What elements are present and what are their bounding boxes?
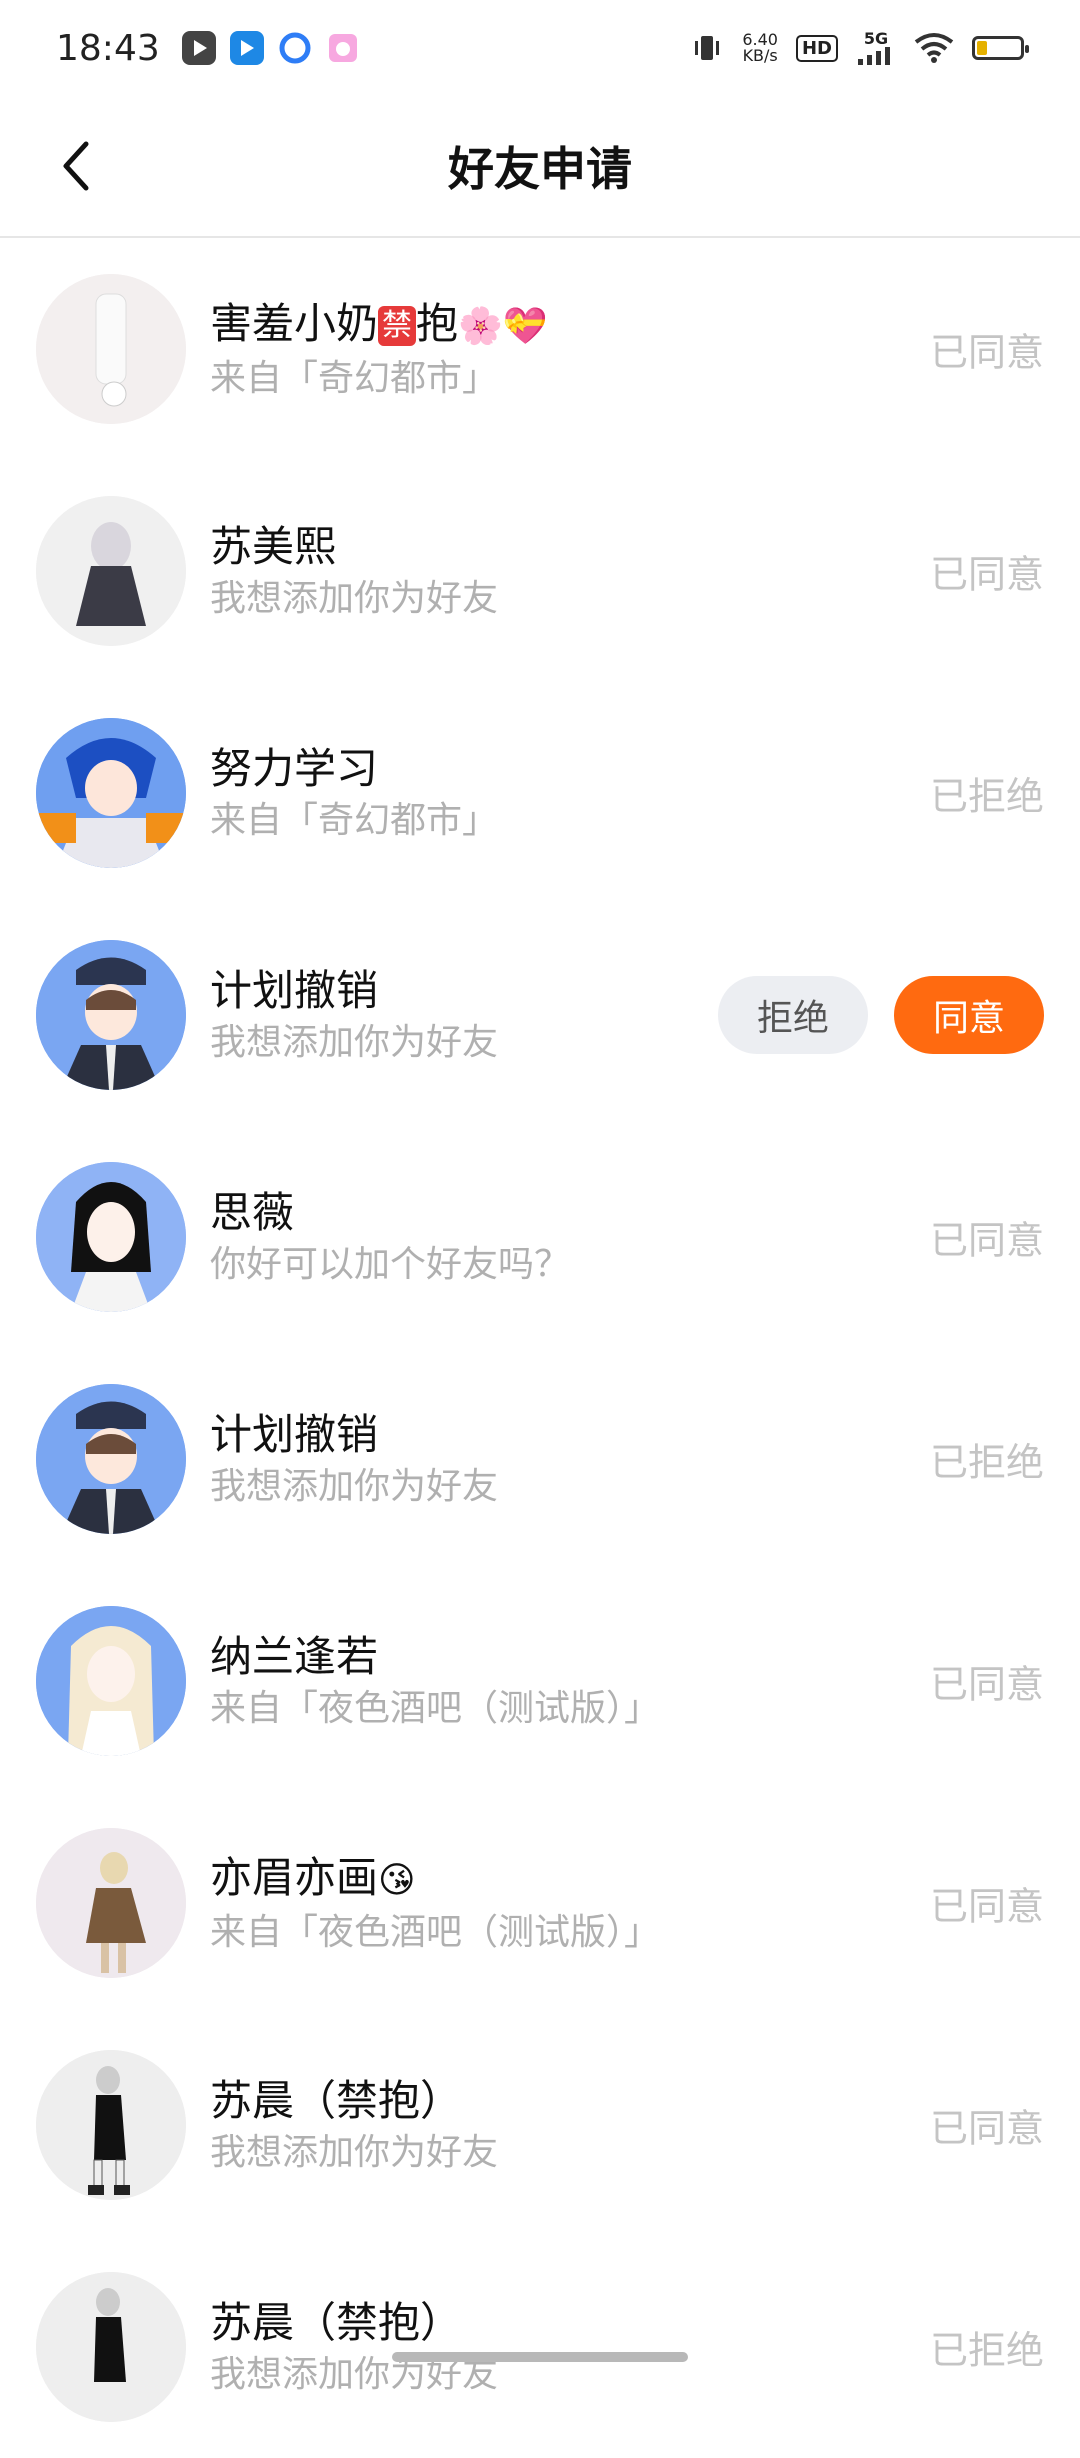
name-emoji: 🌸💝: [458, 305, 548, 347]
cellular-signal: 5G: [856, 31, 896, 65]
network-type: 5G: [863, 29, 889, 48]
net-speed-unit: KB/s: [742, 46, 778, 65]
friend-request-row[interactable]: 亦眉亦画😘 来自「夜色酒吧（测试版）」 已同意: [0, 1792, 1080, 2014]
browser-icon: [278, 31, 312, 65]
request-status: 已同意: [929, 2106, 1044, 2151]
request-status: 已同意: [929, 330, 1044, 375]
reject-button[interactable]: 拒绝: [718, 976, 868, 1054]
chevron-left-icon: [63, 141, 89, 191]
friend-request-row[interactable]: 计划撤销 我想添加你为好友 已拒绝: [0, 1348, 1080, 1570]
friend-request-row[interactable]: 苏晨（禁抱） 我想添加你为好友 已拒绝: [0, 2236, 1080, 2458]
friend-request-row[interactable]: 害羞小奶 禁抱🌸💝 来自「奇幻都市」 已同意: [0, 238, 1080, 460]
friend-request-row[interactable]: 苏晨（禁抱） 我想添加你为好友 已同意: [0, 2014, 1080, 2236]
request-status: 已拒绝: [929, 1440, 1044, 1485]
friend-request-row[interactable]: 努力学习 来自「奇幻都市」 已拒绝: [0, 682, 1080, 904]
avatar[interactable]: [36, 2050, 186, 2200]
header: 好友申请: [0, 96, 1080, 238]
vibrate-icon: [695, 36, 720, 60]
request-status: 已拒绝: [929, 774, 1044, 819]
wifi-icon: [914, 33, 954, 63]
ban-badge: 禁: [378, 306, 417, 346]
request-status: 已同意: [929, 1662, 1044, 1707]
friend-request-row[interactable]: 苏美熙 我想添加你为好友 已同意: [0, 460, 1080, 682]
name-emoji: 😘: [378, 1859, 416, 1901]
page-title: 好友申请: [448, 142, 632, 196]
avatar[interactable]: [36, 274, 186, 424]
net-speed: 6.40 KB/s: [742, 32, 778, 64]
avatar[interactable]: [36, 1162, 186, 1312]
name-text: 亦眉亦画: [210, 1852, 379, 1902]
battery-icon: [972, 36, 1029, 60]
avatar[interactable]: [36, 2272, 186, 2422]
avatar[interactable]: [36, 1828, 186, 1978]
status-left: 18:43: [56, 28, 360, 69]
back-button[interactable]: [46, 136, 106, 196]
friend-request-list[interactable]: 害羞小奶 禁抱🌸💝 来自「奇幻都市」 已同意 苏美熙 我想添加你为好友 已同意 努…: [0, 238, 1080, 2458]
friend-request-row[interactable]: 思薇 你好可以加个好友吗？ 已同意: [0, 1126, 1080, 1348]
bilibili-icon: [229, 31, 264, 65]
friend-request-row[interactable]: 计划撤销 我想添加你为好友 拒绝 同意: [0, 904, 1080, 1126]
request-status: 已同意: [929, 1884, 1044, 1929]
status-right: 6.40 KB/s HD 5G: [690, 31, 1029, 65]
video-app-icon: [181, 31, 216, 65]
name-text-suffix: 抱: [416, 298, 459, 348]
hd-indicator: HD: [795, 34, 838, 62]
request-status: 已拒绝: [929, 2328, 1044, 2373]
request-status: 已同意: [929, 1218, 1044, 1263]
request-actions: 拒绝 同意: [718, 976, 1044, 1054]
battery-level: [977, 41, 988, 55]
avatar[interactable]: [36, 718, 186, 868]
friend-request-row[interactable]: 纳兰逢若 来自「夜色酒吧（测试版）」 已同意: [0, 1570, 1080, 1792]
status-bar: 18:43 6.40 KB/s HD 5G: [0, 0, 1080, 96]
status-time: 18:43: [56, 27, 160, 69]
home-indicator[interactable]: [392, 2352, 688, 2362]
avatar[interactable]: [36, 1606, 186, 1756]
request-status: 已同意: [929, 552, 1044, 597]
signal-bars-icon: [858, 47, 890, 65]
avatar[interactable]: [36, 1384, 186, 1534]
avatar[interactable]: [36, 940, 186, 1090]
avatar[interactable]: [36, 496, 186, 646]
accept-button[interactable]: 同意: [894, 976, 1044, 1054]
name-text: 害羞小奶: [210, 298, 379, 348]
camera-app-icon: [326, 31, 360, 65]
